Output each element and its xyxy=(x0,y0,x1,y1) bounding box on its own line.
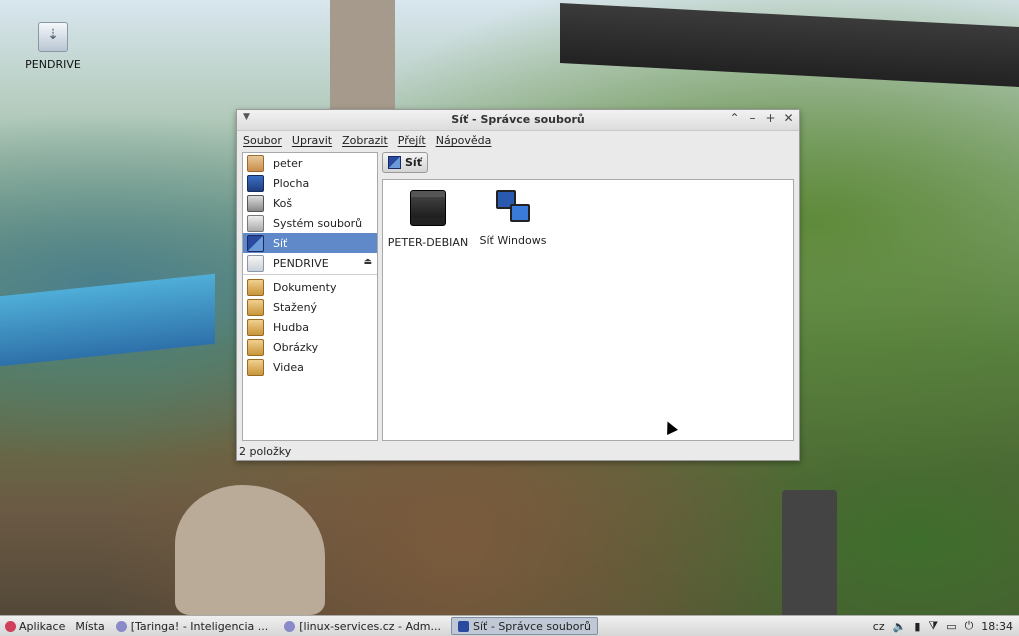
path-button-sit[interactable]: Síť xyxy=(382,152,428,173)
sidebar-item-label: Koš xyxy=(273,196,293,210)
applications-menu[interactable]: Aplikace xyxy=(0,617,70,635)
sidebar-item-label: Obrázky xyxy=(273,340,319,354)
file-item-label: Síť Windows xyxy=(479,234,547,247)
task-label: Síť - Správce souborů xyxy=(473,619,592,633)
keyboard-layout[interactable]: cz xyxy=(873,620,885,633)
folder-pictures-icon xyxy=(247,338,264,356)
network-icon xyxy=(388,156,401,169)
folder-music-icon xyxy=(247,318,264,336)
minimize-button[interactable]: – xyxy=(746,111,759,125)
sidebar-item-label: peter xyxy=(273,156,303,170)
sidebar-item-stazeny[interactable]: Stažený xyxy=(243,297,377,317)
file-item-peter-debian[interactable]: PETER-DEBIAN xyxy=(383,190,473,249)
task-label: [linux-services.cz - Adm... xyxy=(299,619,442,633)
file-item-label: PETER-DEBIAN xyxy=(387,236,469,249)
menu-prejit[interactable]: Přejít xyxy=(398,134,426,147)
maximize-button[interactable]: + xyxy=(764,111,777,125)
file-manager-window: ▼ Síť - Správce souborů ⌃ – + ✕ Soubor U… xyxy=(236,109,800,461)
network-icon xyxy=(247,234,264,252)
sidebar-separator xyxy=(243,274,377,275)
volume-icon[interactable]: 🔈 xyxy=(893,620,907,633)
task-button-file-manager[interactable]: Síť - Správce souborů xyxy=(451,617,599,635)
rock xyxy=(175,485,325,615)
server-icon xyxy=(410,190,446,226)
system-tray: cz 🔈 ▮ ⧩ ▭ ⏻ 18:34 xyxy=(873,619,1019,633)
close-button[interactable]: ✕ xyxy=(782,111,795,125)
palm-trunk xyxy=(330,0,395,110)
pergola-roof xyxy=(560,2,1019,88)
sidebar-item-label: Stažený xyxy=(273,300,318,314)
desktop-icon-pendrive[interactable]: PENDRIVE xyxy=(20,22,86,71)
file-view[interactable]: PETER-DEBIAN Síť Windows xyxy=(382,179,794,441)
browser-icon xyxy=(284,620,296,632)
sidebar-item-dokumenty[interactable]: Dokumenty xyxy=(243,277,377,297)
menu-napoveda[interactable]: Nápověda xyxy=(436,134,492,147)
path-button-label: Síť xyxy=(405,156,422,169)
usb-drive-icon xyxy=(38,22,68,52)
sidebar-item-label: Systém souborů xyxy=(273,216,363,230)
sidebar-item-plocha[interactable]: Plocha xyxy=(243,173,377,193)
window-titlebar[interactable]: ▼ Síť - Správce souborů ⌃ – + ✕ xyxy=(237,110,799,131)
power-icon[interactable]: ⏻ xyxy=(965,619,974,633)
home-folder-icon xyxy=(247,154,264,172)
sidebar-item-peter[interactable]: peter xyxy=(243,153,377,173)
swimming-pool xyxy=(0,273,215,367)
sidebar-item-pendrive[interactable]: PENDRIVE ⏏ xyxy=(243,253,377,273)
sidebar-item-videa[interactable]: Videa xyxy=(243,357,377,377)
desktop-icon-label: PENDRIVE xyxy=(25,58,81,71)
battery-icon[interactable]: ▭ xyxy=(946,620,956,633)
sidebar-item-obrazky[interactable]: Obrázky xyxy=(243,337,377,357)
path-bar: Síť xyxy=(382,152,428,173)
window-controls: ⌃ – + ✕ xyxy=(728,111,795,125)
browser-icon xyxy=(115,620,127,632)
sidebar-item-sit[interactable]: Síť xyxy=(243,233,377,253)
network-icon xyxy=(458,620,470,632)
shade-button[interactable]: ⌃ xyxy=(728,111,741,125)
desktop-icon xyxy=(247,174,264,192)
menu-zobrazit[interactable]: Zobrazit xyxy=(342,134,388,147)
folder-documents-icon xyxy=(247,278,264,296)
eject-icon[interactable]: ⏏ xyxy=(363,257,372,267)
sidebar-item-filesystem[interactable]: Systém souborů xyxy=(243,213,377,233)
sidebar-item-label: Hudba xyxy=(273,320,309,334)
places-menu[interactable]: Místa xyxy=(70,617,109,635)
taskbar: Aplikace Místa [Taringa! - Inteligencia … xyxy=(0,615,1019,636)
task-button-taringa[interactable]: [Taringa! - Inteligencia ... xyxy=(110,618,275,634)
trash-icon xyxy=(247,194,264,212)
signal-icon[interactable]: ▮ xyxy=(914,620,920,633)
status-bar: 2 položky xyxy=(239,445,292,458)
sidebar-item-label: Dokumenty xyxy=(273,280,337,294)
garden-lamp xyxy=(782,490,837,616)
network-tray-icon[interactable]: ⧩ xyxy=(928,619,938,633)
sidebar-item-label: PENDRIVE xyxy=(273,256,329,270)
menubar: Soubor Upravit Zobrazit Přejít Nápověda xyxy=(237,131,799,150)
sidebar-item-kos[interactable]: Koš xyxy=(243,193,377,213)
filesystem-icon xyxy=(247,214,264,232)
sidebar-item-label: Síť xyxy=(273,236,288,250)
folder-videos-icon xyxy=(247,358,264,376)
task-label: [Taringa! - Inteligencia ... xyxy=(130,619,269,633)
applications-icon xyxy=(5,620,16,632)
sidebar: peter Plocha Koš Systém souborů Síť PEND… xyxy=(242,152,378,441)
sidebar-item-hudba[interactable]: Hudba xyxy=(243,317,377,337)
menu-soubor[interactable]: Soubor xyxy=(243,134,282,147)
sidebar-item-label: Videa xyxy=(273,360,304,374)
task-button-linux-services[interactable]: [linux-services.cz - Adm... xyxy=(278,618,447,634)
folder-downloads-icon xyxy=(247,298,264,316)
menu-upravit[interactable]: Upravit xyxy=(292,134,332,147)
places-label: Místa xyxy=(75,619,105,633)
clock[interactable]: 18:34 xyxy=(981,620,1013,633)
sidebar-item-label: Plocha xyxy=(273,176,310,190)
window-title: Síť - Správce souborů xyxy=(451,113,585,126)
windows-network-icon xyxy=(496,190,530,224)
file-item-sit-windows[interactable]: Síť Windows xyxy=(468,190,558,247)
applications-label: Aplikace xyxy=(19,619,66,633)
usb-drive-icon xyxy=(247,254,264,272)
